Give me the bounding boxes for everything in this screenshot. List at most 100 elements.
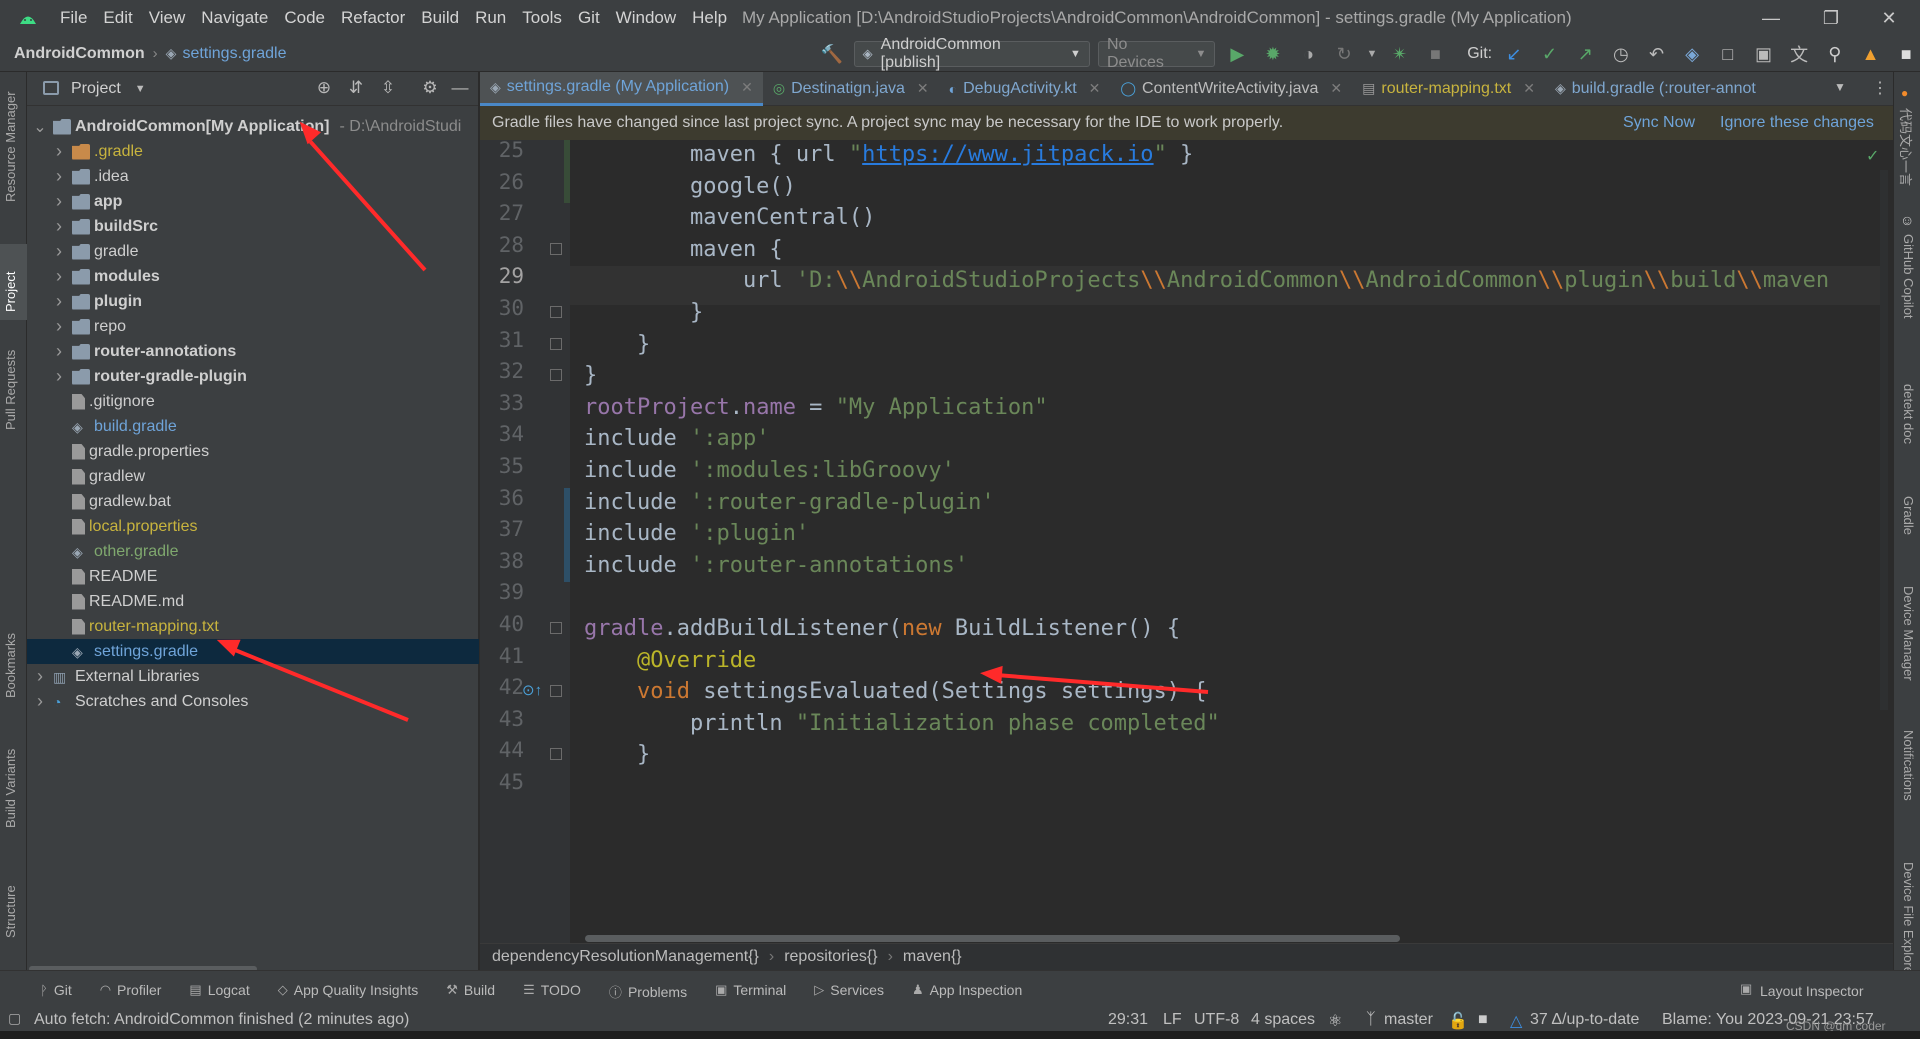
close-tab-icon[interactable]: ✕	[917, 80, 929, 97]
menu-git[interactable]: Git	[570, 8, 608, 28]
more-options-icon[interactable]: ⋮	[1872, 78, 1888, 98]
inspection-ok-icon[interactable]: ✓	[1866, 146, 1879, 166]
tree-item[interactable]: local.properties	[27, 514, 479, 539]
resource-manager-tab[interactable]: Resource Manager	[3, 91, 18, 202]
breadcrumb-item[interactable]: dependencyResolutionManagement{}	[492, 948, 759, 966]
tree-item[interactable]: README.md	[27, 589, 479, 614]
tool-profiler[interactable]: ◠ Profiler	[100, 982, 162, 998]
tool-windows-toggle-icon[interactable]: ▢	[8, 1010, 21, 1027]
menu-navigate[interactable]: Navigate	[193, 8, 276, 28]
close-tab-icon[interactable]: ✕	[1089, 80, 1101, 97]
chevron-right-icon[interactable]: ›	[52, 216, 66, 237]
editor-tab[interactable]: ◯ ContentWriteActivity.java ✕	[1110, 72, 1352, 106]
fold-marker-icon[interactable]	[550, 369, 562, 382]
breadcrumb-item[interactable]: repositories{}	[784, 948, 877, 966]
copilot-cn-tab[interactable]: 代码文心一言	[1897, 108, 1916, 186]
nav-project-root[interactable]: AndroidCommon	[14, 45, 145, 63]
chevron-down-icon[interactable]: ▼	[1366, 40, 1378, 68]
chevron-right-icon[interactable]: ›	[52, 266, 66, 287]
tree-item[interactable]: README	[27, 564, 479, 589]
tool-logcat[interactable]: ▤ Logcat	[189, 982, 249, 998]
event-log-icon[interactable]: ■	[1478, 1011, 1488, 1029]
profile-icon[interactable]: ↻	[1330, 40, 1358, 68]
run-configuration-select[interactable]: ◈ AndroidCommon [publish] ▼	[853, 36, 1090, 71]
editor-horizontal-scrollbar[interactable]	[585, 935, 1400, 942]
coverage-icon[interactable]: ◑	[1295, 40, 1323, 68]
chevron-down-icon[interactable]: ▼	[135, 83, 146, 95]
menu-window[interactable]: Window	[608, 8, 684, 28]
fold-marker-icon[interactable]	[550, 622, 562, 634]
close-tab-icon[interactable]: ✕	[1523, 80, 1535, 97]
chevron-right-icon[interactable]: ›	[52, 166, 66, 187]
chevron-right-icon[interactable]: ›	[52, 366, 66, 387]
chevron-right-icon[interactable]: ›	[52, 291, 66, 312]
menu-view[interactable]: View	[141, 8, 194, 28]
project-tool-tab[interactable]: Project	[3, 272, 18, 312]
structure-tab[interactable]: Structure	[3, 885, 18, 938]
tree-item[interactable]: › .idea	[27, 164, 479, 189]
tool-problems[interactable]: ⓘ Problems	[609, 982, 687, 1001]
tree-item[interactable]: ◈ settings.gradle	[27, 639, 479, 664]
git-branch[interactable]: master	[1384, 1011, 1433, 1029]
override-gutter-icon[interactable]: ⊙↑	[522, 681, 542, 699]
device-file-explorer-tab[interactable]: Device File Explorer	[1901, 862, 1916, 978]
ignore-changes-link[interactable]: Ignore these changes	[1720, 114, 1874, 132]
tree-item[interactable]: › plugin	[27, 289, 479, 314]
pull-requests-tab[interactable]: Pull Requests	[3, 350, 18, 430]
stop-icon[interactable]: ■	[1422, 40, 1450, 68]
lock-icon[interactable]: 🔓	[1448, 1011, 1468, 1031]
code-line[interactable]: println "Initialization phase completed"	[584, 705, 1220, 743]
gradle-tab[interactable]: Gradle	[1901, 496, 1916, 535]
file-encoding[interactable]: UTF-8	[1194, 1011, 1239, 1029]
tree-item[interactable]: › .gradle	[27, 139, 479, 164]
tool-git[interactable]: ᚹ Git	[40, 982, 72, 998]
layout-inspector-tab[interactable]: Layout Inspector	[1760, 983, 1864, 999]
sync-gradle-icon[interactable]: ◈	[1678, 40, 1706, 68]
menu-refactor[interactable]: Refactor	[333, 8, 413, 28]
notifications-tab[interactable]: Notifications	[1901, 730, 1916, 801]
tool-build[interactable]: ⚒ Build	[446, 982, 495, 998]
tree-item[interactable]: ◈ other.gradle	[27, 539, 479, 564]
tree-item[interactable]: gradle.properties	[27, 439, 479, 464]
code-line[interactable]: include ':router-annotations'	[584, 547, 968, 585]
chevron-down-icon[interactable]: ⌄	[33, 117, 47, 137]
fold-marker-icon[interactable]	[550, 748, 562, 761]
tree-item[interactable]: › router-gradle-plugin	[27, 364, 479, 389]
chevron-right-icon[interactable]: ›	[33, 666, 47, 687]
select-opened-file-icon[interactable]: ⊕	[313, 78, 335, 100]
git-push-icon[interactable]: ↗	[1571, 40, 1599, 68]
nav-current-file[interactable]: settings.gradle	[182, 45, 286, 63]
build-hammer-icon[interactable]: 🔨	[818, 40, 846, 68]
restore-button[interactable]: ❐	[1808, 0, 1854, 36]
fold-marker-icon[interactable]	[550, 337, 562, 350]
status-message[interactable]: Auto fetch: AndroidCommon finished (2 mi…	[34, 1011, 409, 1029]
menu-help[interactable]: Help	[684, 8, 735, 28]
debug-icon[interactable]: ✹	[1259, 40, 1287, 68]
git-update-icon[interactable]: ↙	[1500, 40, 1528, 68]
hide-panel-icon[interactable]: —	[449, 78, 471, 100]
close-tab-icon[interactable]: ✕	[741, 79, 753, 96]
tool-app-quality-insights[interactable]: ◇ App Quality Insights	[278, 982, 419, 998]
sync-now-link[interactable]: Sync Now	[1623, 114, 1695, 132]
user-avatar-icon[interactable]: ■	[1892, 40, 1920, 68]
search-icon[interactable]: ⚲	[1821, 40, 1849, 68]
menu-build[interactable]: Build	[413, 8, 467, 28]
project-panel-title[interactable]: Project	[71, 80, 121, 98]
tree-item[interactable]: › ▥ External Libraries	[27, 664, 479, 689]
settings-gear-icon[interactable]: ⚙	[419, 78, 441, 100]
indent-setting[interactable]: 4 spaces	[1251, 1011, 1315, 1029]
minimize-button[interactable]: —	[1748, 0, 1794, 36]
chevron-right-icon[interactable]: ›	[52, 316, 66, 337]
menu-code[interactable]: Code	[276, 8, 333, 28]
bookmarks-tab[interactable]: Bookmarks	[3, 633, 18, 698]
editor-tab[interactable]: ▤ router-mapping.txt ✕	[1352, 72, 1545, 106]
collapse-all-icon[interactable]: ⇳	[377, 78, 399, 100]
tree-item[interactable]: gradlew	[27, 464, 479, 489]
tree-item[interactable]: › router-annotations	[27, 339, 479, 364]
editor-tab[interactable]: ◐ DebugActivity.kt ✕	[939, 72, 1111, 106]
tool-todo[interactable]: ☰ TODO	[523, 982, 581, 998]
editor-tab[interactable]: ◈ build.gradle (:router-annot	[1545, 72, 1766, 106]
tree-item[interactable]: ◈ build.gradle	[27, 414, 479, 439]
tree-item[interactable]: .gitignore	[27, 389, 479, 414]
menu-edit[interactable]: Edit	[95, 8, 140, 28]
